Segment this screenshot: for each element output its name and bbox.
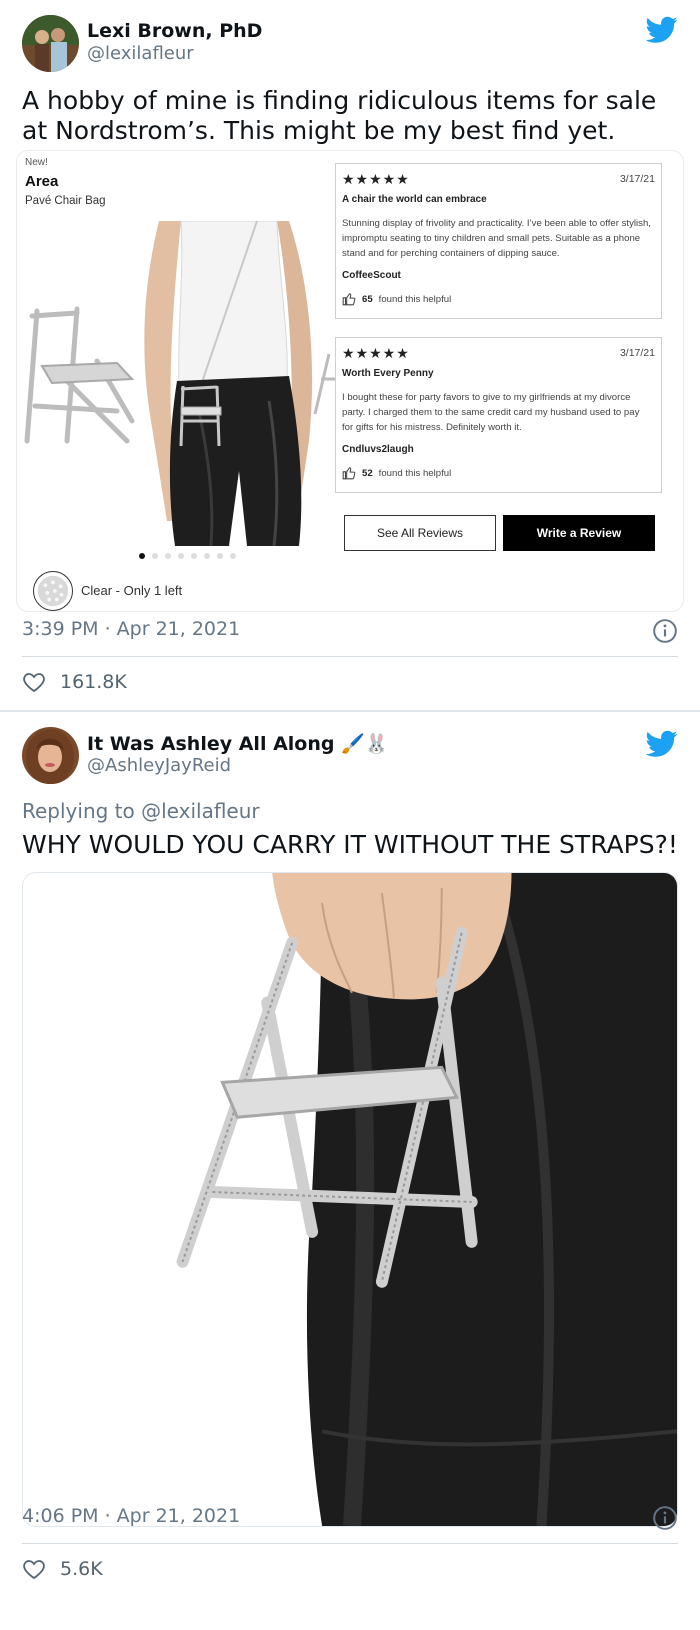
author-name[interactable]: Lexi Brown, PhD — [87, 20, 262, 42]
review-body: I bought these for party favors to give … — [342, 392, 640, 433]
helpful-count: 52 — [362, 467, 373, 479]
carousel-dots[interactable] — [139, 553, 236, 559]
review-author: CoffeeScout — [342, 270, 401, 281]
replying-to[interactable]: Replying to @lexilafleur — [22, 799, 260, 823]
review-title: Worth Every Penny — [342, 368, 434, 379]
carousel-dot[interactable] — [139, 553, 145, 559]
twitter-bird-icon[interactable] — [646, 16, 678, 44]
model-product-photo[interactable] — [139, 221, 329, 546]
review-date: 3/17/21 — [619, 173, 655, 185]
like-count: 5.6K — [60, 1558, 103, 1580]
carousel-dot[interactable] — [152, 553, 158, 559]
review-body: Stunning display of frivolity and practi… — [342, 218, 651, 259]
chair-thumbnail-left[interactable] — [17, 301, 137, 451]
tweet-text: WHY WOULD YOU CARRY IT WITHOUT THE STRAP… — [22, 830, 678, 859]
review-author: Cndluvs2laugh — [342, 444, 414, 455]
nordstrom-listing-screenshot[interactable]: New! Area Pavé Chair Bag Clear - Only 1 … — [16, 150, 684, 612]
carousel-dot[interactable] — [217, 553, 223, 559]
product-name: Pavé Chair Bag — [25, 195, 106, 207]
carousel-dot[interactable] — [230, 553, 236, 559]
helpful-row[interactable]: 65 found this helpful — [342, 292, 451, 306]
write-review-button[interactable]: Write a Review — [503, 515, 655, 551]
heart-icon[interactable] — [22, 670, 46, 694]
carousel-dot[interactable] — [204, 553, 210, 559]
heart-icon[interactable] — [22, 1557, 46, 1581]
review-card-1: ★★★★★ 3/17/21 A chair the world can embr… — [335, 163, 662, 319]
carousel-dot[interactable] — [191, 553, 197, 559]
product-brand: Area — [25, 173, 59, 190]
thumbs-up-icon[interactable] — [342, 292, 356, 306]
tweet-card-1: Lexi Brown, PhD @lexilafleur A hobby of … — [0, 0, 700, 711]
author-handle[interactable]: @lexilafleur — [87, 43, 194, 64]
color-swatch-clear[interactable] — [33, 571, 73, 611]
info-icon[interactable] — [652, 618, 678, 644]
divider — [22, 656, 678, 657]
twitter-bird-icon[interactable] — [646, 730, 678, 758]
review-card-2: ★★★★★ 3/17/21 Worth Every Penny I bought… — [335, 337, 662, 493]
star-rating: ★★★★★ — [342, 171, 410, 187]
see-all-reviews-button[interactable]: See All Reviews — [344, 515, 496, 551]
author-name[interactable]: It Was Ashley All Along 🖌️🐰 — [87, 732, 388, 755]
tweet-photo-chair-bag[interactable] — [22, 872, 678, 1527]
tweet-timestamp[interactable]: 3:39 PM · Apr 21, 2021 — [22, 618, 240, 640]
avatar-lexi[interactable] — [22, 15, 79, 72]
thumbs-up-icon[interactable] — [342, 466, 356, 480]
carousel-dot[interactable] — [165, 553, 171, 559]
divider — [22, 1543, 678, 1544]
like-count: 161.8K — [60, 671, 127, 693]
swatch-label: Clear - Only 1 left — [81, 583, 183, 598]
helpful-row[interactable]: 52 found this helpful — [342, 466, 451, 480]
tweet-timestamp[interactable]: 4:06 PM · Apr 21, 2021 — [22, 1505, 240, 1527]
tweet-text: A hobby of mine is finding ridiculous it… — [22, 86, 657, 145]
carousel-dot[interactable] — [178, 553, 184, 559]
author-handle[interactable]: @AshleyJayReid — [87, 755, 231, 776]
helpful-count: 65 — [362, 293, 373, 305]
review-date: 3/17/21 — [619, 347, 655, 359]
like-row[interactable]: 5.6K — [22, 1557, 103, 1581]
review-title: A chair the world can embrace — [342, 194, 487, 205]
chair-thumbnail-right[interactable] — [307, 349, 337, 419]
tweet-card-2: It Was Ashley All Along 🖌️🐰 @AshleyJayRe… — [0, 712, 700, 1630]
star-rating: ★★★★★ — [342, 345, 410, 361]
new-badge: New! — [25, 157, 48, 168]
helpful-text: found this helpful — [378, 467, 452, 479]
info-icon[interactable] — [652, 1505, 678, 1531]
avatar-ashley[interactable] — [22, 727, 79, 784]
helpful-text: found this helpful — [378, 293, 452, 305]
like-row[interactable]: 161.8K — [22, 670, 127, 694]
